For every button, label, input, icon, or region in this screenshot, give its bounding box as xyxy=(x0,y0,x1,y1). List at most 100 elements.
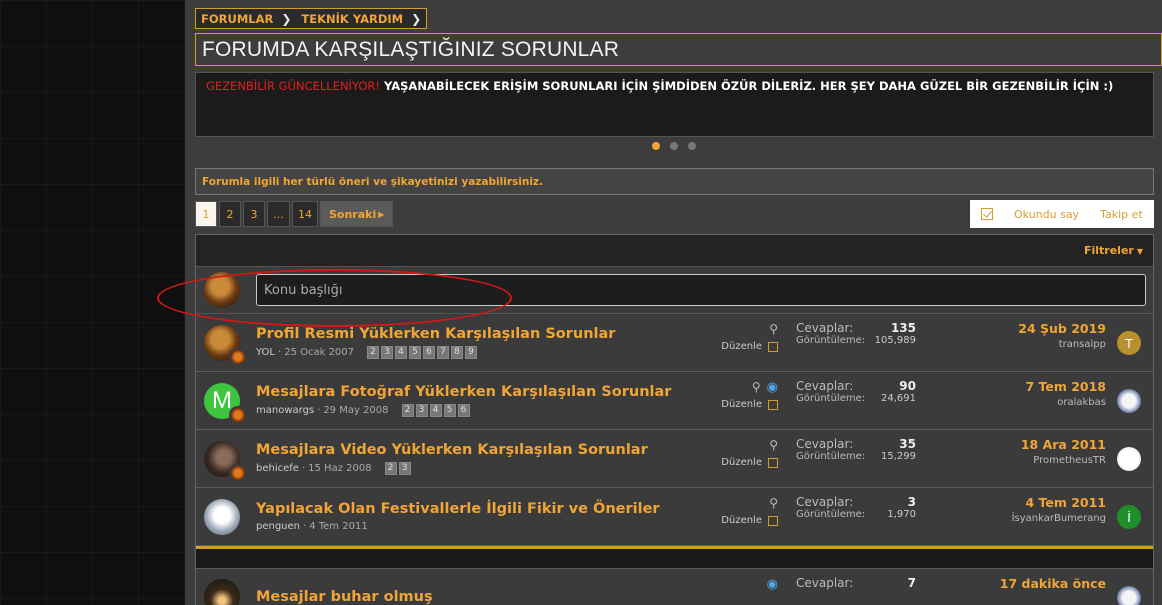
thread-page-link[interactable]: 5 xyxy=(409,346,422,359)
last-post: 18 Ara 2011 PrometheusTR xyxy=(958,437,1106,466)
forum-actions: Okundu say Takip et xyxy=(970,200,1154,228)
views-count: 1,970 xyxy=(887,509,916,520)
badge-icon xyxy=(229,463,247,482)
thread-page-link[interactable]: 6 xyxy=(457,404,470,417)
thread-page-link[interactable]: 4 xyxy=(429,404,442,417)
thread-pages: 23456 xyxy=(400,404,470,417)
breadcrumb-teknik-yardim[interactable]: TEKNİK YARDIM ❯ xyxy=(296,9,426,28)
thread-page-link[interactable]: 6 xyxy=(423,346,436,359)
edit-label[interactable]: Düzenle xyxy=(721,457,762,468)
breadcrumb: FORUMLAR ❯ TEKNİK YARDIM ❯ xyxy=(195,8,428,29)
next-page-button[interactable]: Sonraki ▶ xyxy=(320,201,394,227)
thread-page-link[interactable]: 2 xyxy=(401,404,414,417)
replies-label: Cevaplar: xyxy=(796,379,854,393)
pin-icon: ⚲ xyxy=(769,438,778,452)
carousel-dot[interactable] xyxy=(670,142,678,150)
last-poster-avatar[interactable] xyxy=(1117,447,1141,471)
views-label: Görüntüleme: xyxy=(796,509,866,520)
thread-author[interactable]: manowargs xyxy=(256,405,314,416)
last-post-date[interactable]: 4 Tem 2011 xyxy=(958,495,1106,510)
filters-dropdown[interactable]: Filtreler ▼ xyxy=(1084,244,1143,257)
page-link[interactable]: 14 xyxy=(292,201,318,227)
thread-author[interactable]: YOL xyxy=(256,347,275,358)
thread-page-link[interactable]: 9 xyxy=(465,346,478,359)
thread-stats: Cevaplar: 90 Görüntüleme: 24,691 xyxy=(796,379,916,404)
breadcrumb-forumlar[interactable]: FORUMLAR ❯ xyxy=(196,9,296,28)
select-checkbox[interactable] xyxy=(768,515,778,526)
last-post-user[interactable]: PrometheusTR xyxy=(958,455,1106,466)
thread-author[interactable]: penguen xyxy=(256,521,300,532)
thread-row[interactable]: Yapılacak Olan Festivallerle İlgili Fiki… xyxy=(196,488,1153,546)
page-ellipsis[interactable]: … xyxy=(267,201,290,227)
edit-label[interactable]: Düzenle xyxy=(721,399,762,410)
page-link[interactable]: 3 xyxy=(243,201,265,227)
thread-row[interactable]: Profil Resmi Yüklerken Karşılaşılan Soru… xyxy=(196,314,1153,372)
forum-description: Forumla ilgili her türlü öneri ve şikaye… xyxy=(195,168,1154,195)
thread-title[interactable]: Yapılacak Olan Festivallerle İlgili Fiki… xyxy=(256,501,711,517)
last-post-user[interactable]: transalpp xyxy=(958,339,1106,350)
caret-down-icon: ▼ xyxy=(1136,247,1143,256)
thread-stats: Cevaplar: 7 xyxy=(796,576,916,590)
thread-row[interactable]: M Mesajlara Fotoğraf Yüklerken Karşılaşı… xyxy=(196,372,1153,430)
thread-row[interactable]: Mesajlara Video Yüklerken Karşılaşılan S… xyxy=(196,430,1153,488)
thread-title[interactable]: Mesajlar buhar olmuş xyxy=(256,589,711,605)
eye-icon: ◉ xyxy=(766,576,778,592)
page-title: FORUMDA KARŞILAŞTIĞINIZ SORUNLAR xyxy=(202,37,620,61)
last-post-date[interactable]: 18 Ara 2011 xyxy=(958,437,1106,452)
thread-page-link[interactable]: 3 xyxy=(381,346,394,359)
check-icon xyxy=(981,208,993,220)
last-poster-avatar[interactable]: İ xyxy=(1117,505,1141,529)
new-thread-title-input[interactable] xyxy=(256,274,1146,306)
thread-author[interactable]: behicefe xyxy=(256,463,299,474)
replies-count: 7 xyxy=(907,576,916,590)
thread-page-link[interactable]: 3 xyxy=(398,462,411,475)
thread-stats: Cevaplar: 135 Görüntüleme: 105,989 xyxy=(796,321,916,346)
thread-status: ◉ xyxy=(718,575,778,593)
avatar xyxy=(204,440,247,482)
avatar: M xyxy=(204,382,247,424)
thread-page-link[interactable]: 2 xyxy=(367,346,380,359)
replies-count: 35 xyxy=(899,437,916,451)
page-link[interactable]: 2 xyxy=(219,201,241,227)
carousel-dot[interactable] xyxy=(688,142,696,150)
last-post-date[interactable]: 7 Tem 2018 xyxy=(958,379,1106,394)
replies-label: Cevaplar: xyxy=(796,437,854,451)
carousel-dot[interactable] xyxy=(652,142,660,150)
select-checkbox[interactable] xyxy=(768,399,778,410)
select-checkbox[interactable] xyxy=(768,341,778,352)
sticky-divider xyxy=(196,546,1153,568)
thread-page-link[interactable]: 4 xyxy=(395,346,408,359)
edit-label[interactable]: Düzenle xyxy=(721,515,762,526)
page-link[interactable]: 1 xyxy=(195,201,217,227)
last-poster-avatar[interactable] xyxy=(1117,586,1141,605)
replies-label: Cevaplar: xyxy=(796,576,854,590)
last-poster-avatar[interactable] xyxy=(1117,389,1141,413)
thread-page-link[interactable]: 3 xyxy=(415,404,428,417)
mark-read-button[interactable]: Okundu say xyxy=(1014,208,1079,221)
last-post-date[interactable]: 17 dakika önce xyxy=(958,576,1106,591)
last-poster-avatar[interactable]: T xyxy=(1117,331,1141,355)
thread-page-link[interactable]: 7 xyxy=(437,346,450,359)
thread-page-link[interactable]: 2 xyxy=(384,462,397,475)
replies-count: 90 xyxy=(899,379,916,393)
replies-count: 135 xyxy=(890,321,916,335)
edit-label[interactable]: Düzenle xyxy=(721,341,762,352)
thread-date: 4 Tem 2011 xyxy=(309,521,368,532)
replies-label: Cevaplar: xyxy=(796,321,854,335)
thread-row[interactable]: Mesajlar buhar olmuş ◉ Cevaplar: 7 17 dak… xyxy=(196,568,1153,605)
chevron-right-icon: ❯ xyxy=(281,11,292,26)
thread-title[interactable]: Profil Resmi Yüklerken Karşılaşılan Soru… xyxy=(256,326,711,342)
views-label: Görüntüleme: xyxy=(796,393,866,404)
thread-title[interactable]: Mesajlara Fotoğraf Yüklerken Karşılaşıla… xyxy=(256,384,711,400)
views-count: 15,299 xyxy=(881,451,916,462)
select-checkbox[interactable] xyxy=(768,457,778,468)
last-post-user[interactable]: İsyankarBumerang xyxy=(958,513,1106,524)
last-post-user[interactable]: oralakbas xyxy=(958,397,1106,408)
last-post: 24 Şub 2019 transalpp xyxy=(958,321,1106,350)
thread-title[interactable]: Mesajlara Video Yüklerken Karşılaşılan S… xyxy=(256,442,711,458)
follow-button[interactable]: Takip et xyxy=(1100,208,1143,221)
thread-page-link[interactable]: 5 xyxy=(443,404,456,417)
thread-page-link[interactable]: 8 xyxy=(451,346,464,359)
filter-bar: Filtreler ▼ xyxy=(196,235,1153,267)
last-post-date[interactable]: 24 Şub 2019 xyxy=(958,321,1106,336)
